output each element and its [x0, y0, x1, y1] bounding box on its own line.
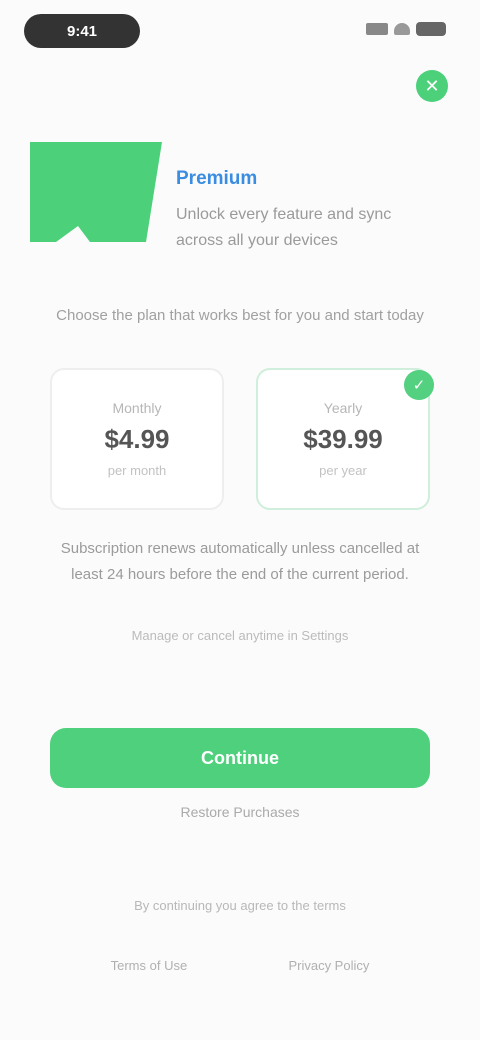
renewal-text: Subscription renews automatically unless… — [60, 540, 420, 583]
signal-icon — [366, 23, 388, 35]
subtitle: Choose the plan that works best for you … — [56, 307, 424, 324]
plan-card-monthly[interactable]: Monthly $4.99 per month — [50, 368, 224, 510]
plan-name: Yearly — [323, 400, 363, 416]
status-icons — [366, 22, 446, 36]
close-button[interactable]: ✕ — [416, 70, 448, 102]
terms-link[interactable]: Terms of Use — [111, 958, 188, 973]
privacy-link[interactable]: Privacy Policy — [288, 958, 369, 973]
hero-shape-icon — [30, 142, 162, 242]
hero-illustration — [26, 138, 166, 248]
status-time: 9:41 — [24, 14, 140, 48]
restore-purchases-link[interactable]: Restore Purchases — [120, 804, 360, 820]
selected-check-badge: ✓ — [404, 370, 434, 400]
plan-note: per month — [107, 463, 167, 478]
plan-name: Monthly — [112, 400, 162, 416]
wifi-icon — [394, 23, 410, 35]
plan-price: $4.99 — [104, 424, 170, 454]
hero-description: Unlock every feature and sync across all… — [176, 206, 392, 249]
small-print: Manage or cancel anytime in Settings — [131, 628, 349, 643]
plan-note: per year — [319, 463, 367, 478]
hero-text: Premium Unlock every feature and sync ac… — [176, 168, 396, 254]
footer-terms-line: By continuing you agree to the terms — [134, 898, 346, 913]
check-icon: ✓ — [412, 377, 426, 394]
status-bar: 9:41 — [0, 0, 480, 64]
plan-options: Monthly $4.99 per month Yearly $39.99 pe… — [50, 368, 430, 518]
hero-title: Premium — [176, 168, 258, 189]
battery-icon — [416, 22, 446, 36]
footer-links: Terms of Use Privacy Policy — [60, 958, 420, 973]
plan-price: $39.99 — [303, 424, 383, 454]
close-icon: ✕ — [424, 75, 440, 96]
continue-button[interactable]: Continue — [50, 728, 430, 788]
